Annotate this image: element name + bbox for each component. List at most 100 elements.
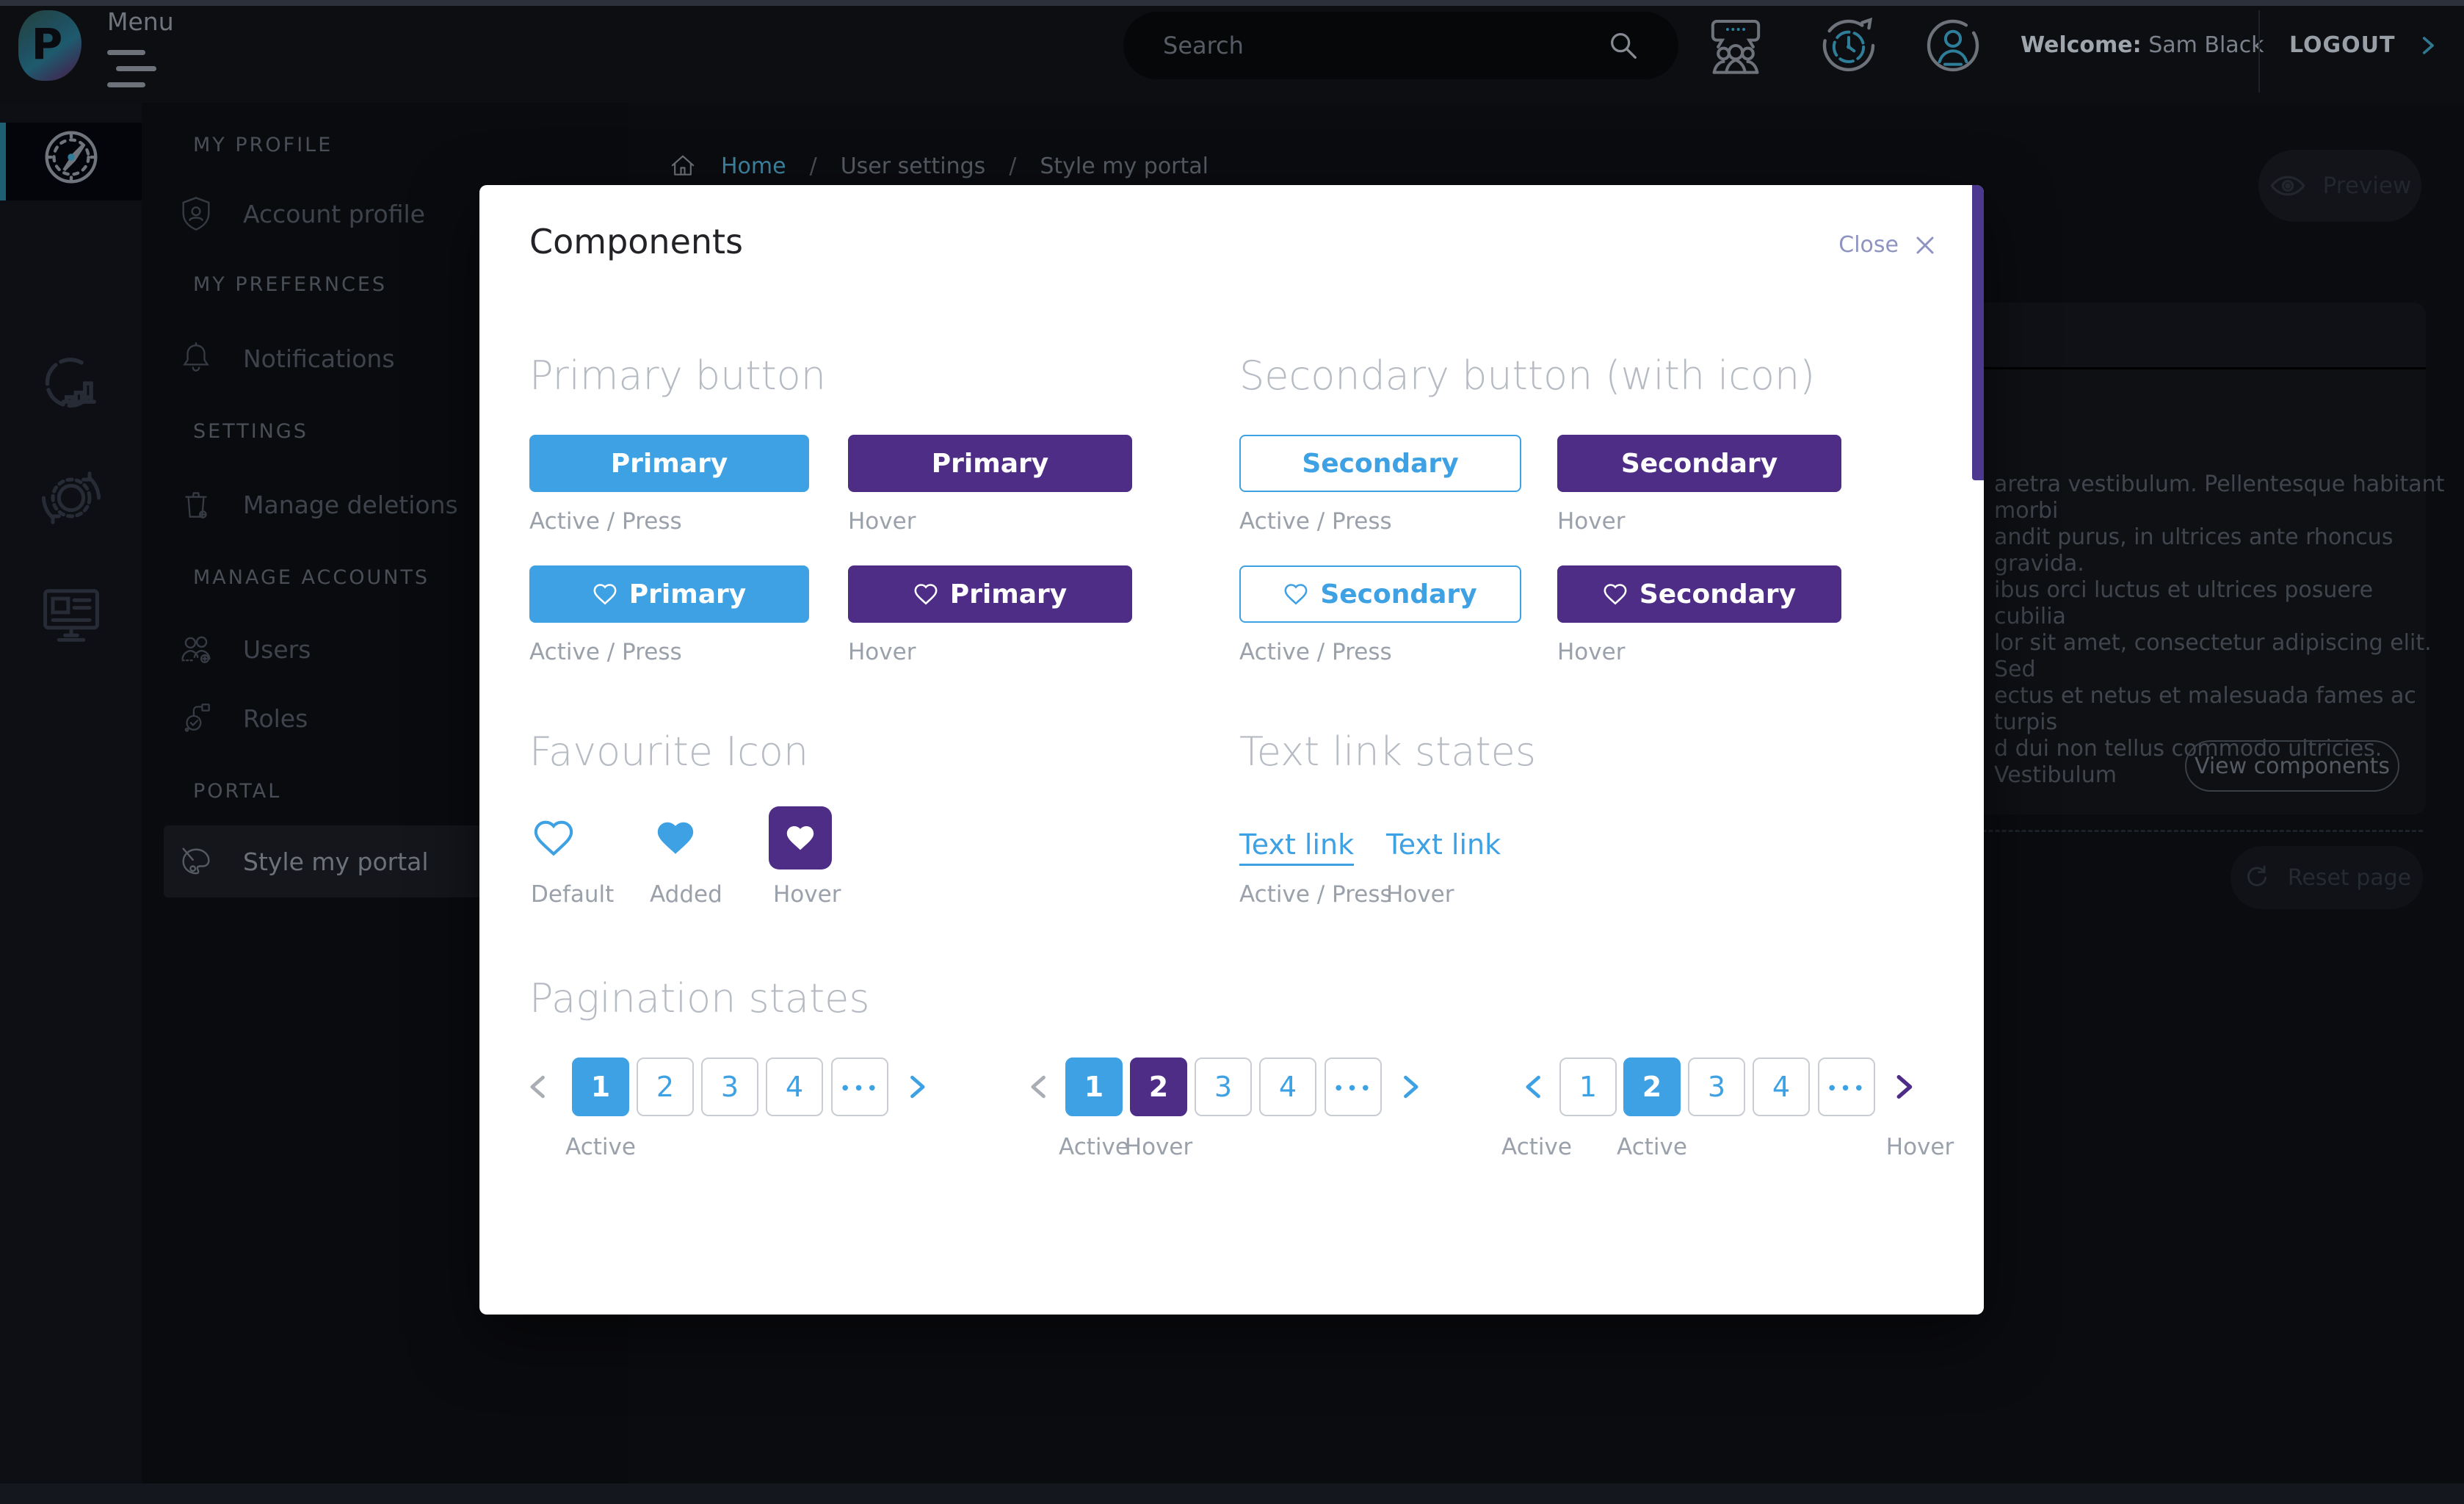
- heart-icon: [913, 582, 938, 606]
- state-caption: Active: [1617, 1134, 1687, 1160]
- components-modal: Components Close Primary button Primary …: [479, 185, 1984, 1315]
- state-caption: Active / Press: [1239, 508, 1392, 535]
- search-bar[interactable]: [1123, 12, 1678, 79]
- reset-icon: [2242, 863, 2272, 892]
- welcome-text: Welcome: Sam Black: [2021, 32, 2241, 58]
- primary-button-icon-active[interactable]: Primary: [529, 565, 809, 623]
- page-button-3[interactable]: 3: [1195, 1058, 1252, 1116]
- hamburger-icon[interactable]: [116, 66, 156, 71]
- heart-icon: [1283, 582, 1308, 606]
- page-button-3[interactable]: 3: [1688, 1058, 1745, 1116]
- view-components-button[interactable]: View components: [2185, 740, 2399, 792]
- breadcrumb-home[interactable]: Home: [721, 153, 786, 179]
- breadcrumb-style-my-portal: Style my portal: [1040, 153, 1209, 179]
- text-link-hover[interactable]: Text link: [1386, 828, 1501, 861]
- sidebar-item-label: Notifications: [243, 344, 395, 373]
- secondary-button-icon-hover[interactable]: Secondary: [1557, 565, 1841, 623]
- text-link-active[interactable]: Text link: [1239, 828, 1354, 866]
- chevron-left-icon: [1023, 1067, 1056, 1107]
- pagination-prev-button[interactable]: [1023, 1058, 1057, 1116]
- pagination-prev-button[interactable]: [522, 1058, 556, 1116]
- secondary-button-active[interactable]: Secondary: [1239, 435, 1521, 492]
- state-caption: Active: [1059, 1134, 1129, 1160]
- search-input[interactable]: [1162, 31, 1606, 60]
- secondary-button-hover[interactable]: Secondary: [1557, 435, 1841, 492]
- icon-rail: [0, 103, 142, 1483]
- hamburger-icon[interactable]: [107, 82, 145, 87]
- sidebar-item-label: Users: [243, 635, 311, 664]
- view-components-label: View components: [2195, 753, 2390, 779]
- state-caption: Default: [531, 881, 614, 908]
- heart-outline-icon: [532, 818, 575, 858]
- primary-button-active[interactable]: Primary: [529, 435, 809, 492]
- reset-page-button[interactable]: Reset page: [2231, 846, 2423, 909]
- favourite-added-icon[interactable]: [654, 818, 697, 858]
- state-caption: Active / Press: [529, 639, 682, 665]
- primary-button-hover[interactable]: Primary: [848, 435, 1132, 492]
- pagination-next-button[interactable]: [899, 1058, 933, 1116]
- users-icon: [177, 630, 215, 668]
- page-button-4[interactable]: 4: [766, 1058, 823, 1116]
- analytics-icon[interactable]: [0, 345, 142, 419]
- top-strip: [0, 0, 2464, 6]
- sidebar-section-settings: SETTINGS: [193, 420, 308, 443]
- welcome-label: Welcome:: [2021, 32, 2142, 58]
- modal-close-button[interactable]: Close: [1838, 232, 1937, 258]
- bell-icon: [177, 340, 215, 377]
- chevron-right-icon: [1394, 1067, 1426, 1107]
- sidebar-item-label: Account profile: [243, 200, 425, 228]
- page-button-2[interactable]: 2: [637, 1058, 694, 1116]
- state-caption: Active / Press: [1239, 881, 1392, 908]
- sidebar-item-label: Style my portal: [243, 847, 429, 876]
- favourite-hover-icon[interactable]: [769, 806, 832, 870]
- chat-group-icon[interactable]: [1700, 10, 1771, 81]
- page-button-1[interactable]: 1: [1065, 1058, 1123, 1116]
- hamburger-icon[interactable]: [107, 50, 145, 55]
- secondary-button-icon-active[interactable]: Secondary: [1239, 565, 1521, 623]
- compass-icon[interactable]: [0, 120, 142, 194]
- modal-scrollbar[interactable]: [1972, 185, 1984, 480]
- logout-button[interactable]: LOGOUT: [2289, 32, 2440, 58]
- primary-button-heading: Primary button: [529, 352, 826, 399]
- page-button-1[interactable]: 1: [1559, 1058, 1617, 1116]
- secondary-button-heading: Secondary button (with icon): [1239, 352, 1815, 399]
- page-button-2[interactable]: 2: [1623, 1058, 1681, 1116]
- eye-icon: [2269, 173, 2307, 199]
- timer-icon[interactable]: [1813, 10, 1884, 81]
- modal-title: Components: [529, 222, 743, 261]
- search-icon[interactable]: [1606, 29, 1640, 62]
- breadcrumb-user-settings[interactable]: User settings: [841, 153, 986, 179]
- process-icon[interactable]: [0, 461, 142, 535]
- chevron-right-icon: [2415, 33, 2440, 58]
- page-button-1[interactable]: 1: [572, 1058, 629, 1116]
- page-ellipsis-button[interactable]: •••: [831, 1058, 888, 1116]
- pagination-prev-button[interactable]: [1518, 1058, 1551, 1116]
- home-icon[interactable]: [668, 151, 697, 181]
- preview-label: Preview: [2323, 173, 2412, 199]
- heart-icon: [593, 582, 617, 606]
- page-button-3[interactable]: 3: [701, 1058, 758, 1116]
- pagination-heading: Pagination states: [529, 975, 869, 1022]
- account-icon[interactable]: [1918, 10, 1988, 81]
- pagination-next-button[interactable]: [1393, 1058, 1427, 1116]
- heart-icon: [1603, 582, 1628, 606]
- page-button-4[interactable]: 4: [1753, 1058, 1810, 1116]
- sidebar-section-manage-accounts: MANAGE ACCOUNTS: [193, 566, 430, 589]
- page-button-4[interactable]: 4: [1259, 1058, 1316, 1116]
- state-caption: Hover: [773, 881, 841, 908]
- menu-label: Menu: [107, 7, 174, 36]
- state-caption: Added: [650, 881, 722, 908]
- close-label: Close: [1838, 232, 1899, 258]
- display-icon[interactable]: [0, 577, 142, 651]
- page-ellipsis-button[interactable]: •••: [1325, 1058, 1382, 1116]
- page-button-2[interactable]: 2: [1130, 1058, 1187, 1116]
- state-caption: Active / Press: [529, 508, 682, 535]
- sidebar-section-my-profile: MY PROFILE: [193, 134, 333, 156]
- preview-button[interactable]: Preview: [2258, 150, 2421, 222]
- pagination-next-button[interactable]: [1886, 1058, 1920, 1116]
- primary-button-icon-hover[interactable]: Primary: [848, 565, 1132, 623]
- sidebar-section-portal: PORTAL: [193, 780, 281, 803]
- page-ellipsis-button[interactable]: •••: [1818, 1058, 1875, 1116]
- favourite-default-icon[interactable]: [532, 818, 575, 858]
- state-caption: Hover: [848, 639, 916, 665]
